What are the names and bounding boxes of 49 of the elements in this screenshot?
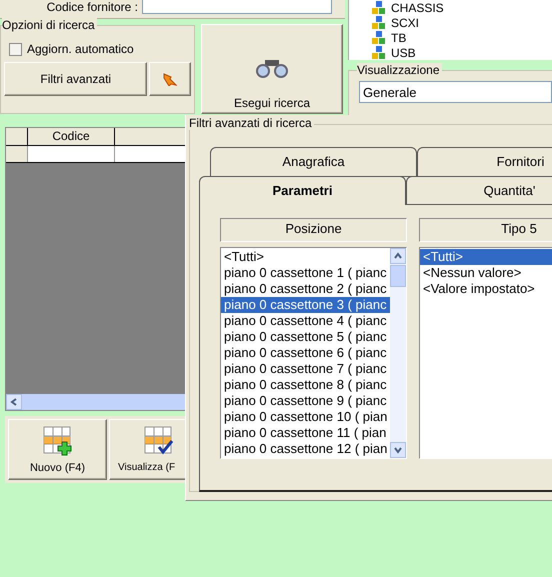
list-item[interactable]: <Nessun valore> [420, 265, 552, 281]
tree-item[interactable]: CHASSIS [371, 0, 552, 15]
list-item[interactable]: piano 0 cassettone 8 ( pianc [221, 377, 390, 393]
checkbox-label: Aggiorn. automatico [27, 42, 134, 56]
checkbox[interactable] [9, 42, 22, 56]
list-item[interactable]: piano 0 cassettone 12 ( pian [221, 441, 390, 457]
view-dropdown[interactable]: Generale [359, 81, 552, 103]
column-header: Posizione [220, 218, 407, 242]
list-item[interactable]: piano 0 cassettone 7 ( pianc [221, 361, 390, 377]
tree-item[interactable]: USB [371, 45, 552, 60]
new-button[interactable]: Nuovo (F4) [8, 419, 107, 480]
scroll-thumb[interactable] [390, 265, 406, 287]
list-item[interactable]: piano 0 cassettone 4 ( pianc [221, 313, 390, 329]
group-title: Opzioni di ricerca [2, 18, 97, 32]
list-item[interactable]: piano 0 cassettone 3 ( pianc [221, 297, 390, 313]
search-button[interactable]: Esegui ricerca [201, 24, 343, 114]
table-add-icon [42, 426, 72, 456]
tree-item[interactable]: TB [371, 30, 552, 45]
tab[interactable]: Parametri [199, 176, 406, 205]
list-item[interactable]: piano 0 cassettone 1 ( pianc [221, 265, 390, 281]
tree-item[interactable]: SCXI [371, 15, 552, 30]
binoculars-icon [255, 58, 289, 80]
list-item[interactable]: piano 0 cassettone 6 ( pianc [221, 345, 390, 361]
list-item[interactable]: <Valore impostato> [420, 281, 552, 297]
list-box[interactable] [220, 247, 407, 459]
table-check-icon [144, 426, 174, 456]
cubes-icon [371, 16, 387, 30]
list-item[interactable]: piano 0 cassettone 10 ( pian [221, 409, 390, 425]
column-header: Tipo 5 [419, 218, 552, 242]
tab[interactable]: Anagrafica [210, 147, 417, 177]
cubes-icon [371, 0, 387, 14]
list-item[interactable]: piano 0 cassettone 5 ( pianc [221, 329, 390, 345]
list-item[interactable]: piano 0 cassettone 2 ( pianc [221, 281, 390, 297]
column-header[interactable]: Codice [28, 128, 115, 145]
advanced-filters-button[interactable]: Filtri avanzati [4, 62, 148, 96]
list-box[interactable]: <Tutti> <Nessun valore> <Valore impostato> [419, 247, 552, 459]
list-item[interactable]: piano 0 cassettone 9 ( pianc [221, 393, 390, 409]
arrow-icon [163, 72, 178, 86]
group-title: Filtri avanzati di ricerca [189, 116, 314, 130]
field-label: Codice fornitore : [46, 0, 139, 14]
group-title: Visualizzazione [357, 63, 442, 77]
list-item[interactable]: <Tutti> [221, 249, 390, 265]
cubes-icon [371, 46, 387, 60]
list-item[interactable]: piano 0 cassettone 11 ( pian [221, 425, 390, 441]
arrow-button[interactable] [149, 62, 191, 96]
tab[interactable]: Fornitori [417, 147, 552, 177]
vertical-scrollbar[interactable] [390, 248, 406, 458]
list-item[interactable]: <Tutti> [420, 249, 552, 265]
cubes-icon [371, 30, 387, 44]
